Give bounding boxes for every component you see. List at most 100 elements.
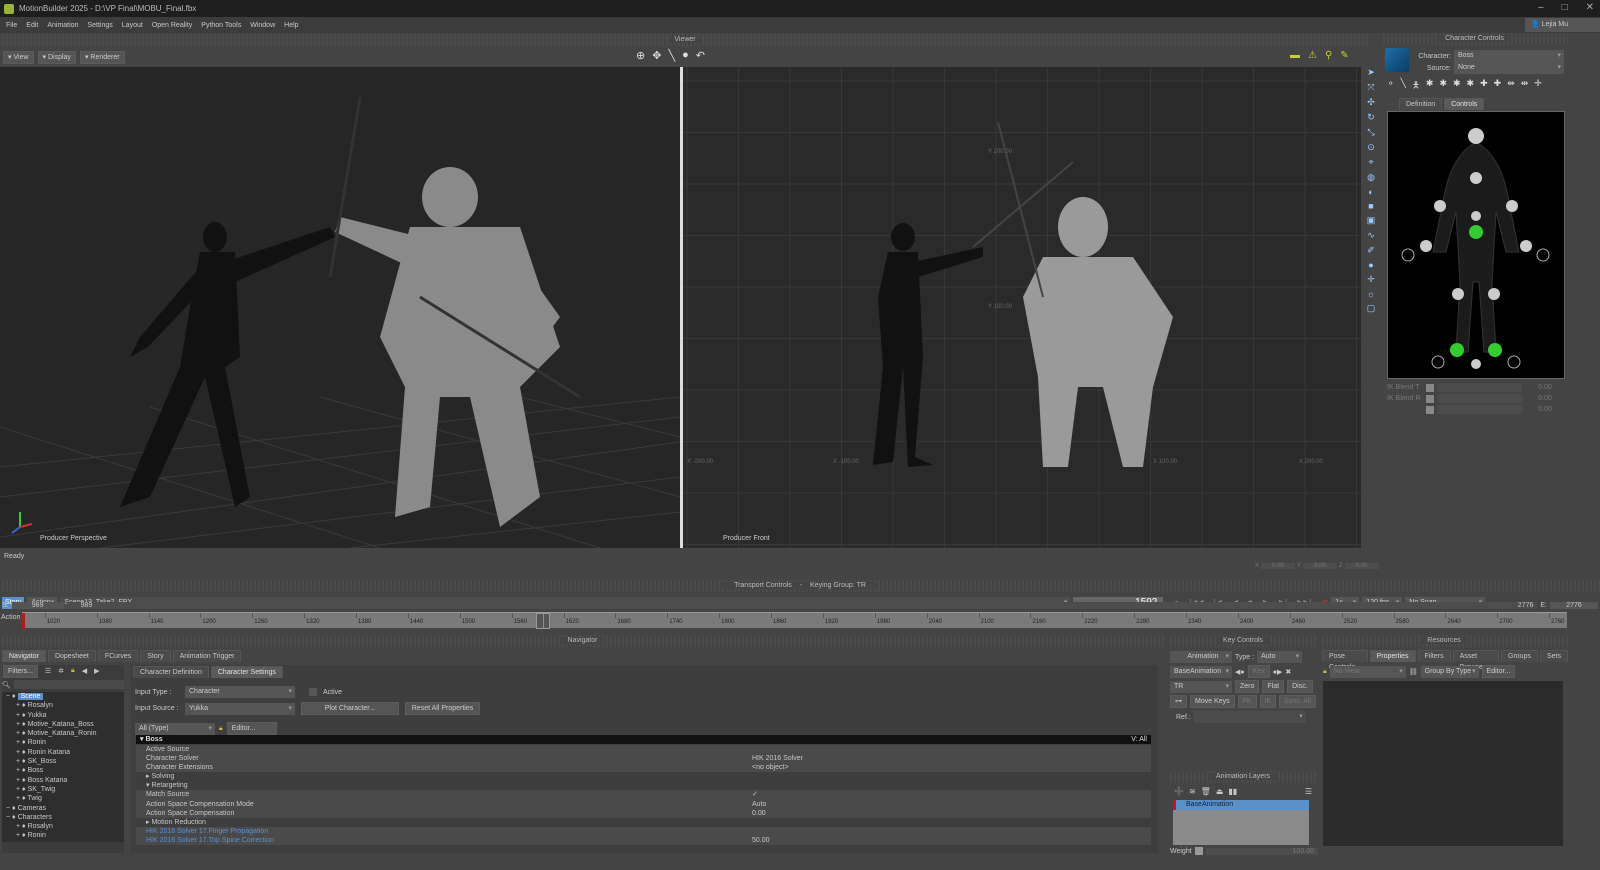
menu-open-reality[interactable]: Open Reality [152,22,192,29]
rotate-icon[interactable]: ↻ [1367,112,1375,123]
property-value[interactable]: Auto [744,800,1151,809]
property-value[interactable] [744,781,1151,790]
line-icon[interactable]: ╲ [668,49,675,62]
prev-key-icon[interactable]: ◀● [1235,668,1245,676]
property-value[interactable]: 50.00 [744,836,1151,845]
fullbody-icon[interactable]: ✱ [1426,78,1434,94]
property-row[interactable]: Character Extensions <no object> [136,763,1151,773]
property-value[interactable]: <no object> [744,763,1151,772]
right-finger-effector[interactable] [1536,248,1550,262]
menu-settings[interactable]: Settings [87,22,112,29]
layer-icon[interactable]: ≋ [1189,787,1196,796]
brush-icon[interactable]: ✐ [1367,245,1375,256]
property-row[interactable]: Active Source [136,745,1151,755]
property-row[interactable]: HIK 2016 Solver 17.Top Spine Correction 5… [136,835,1151,846]
pin-icon[interactable]: ✱ [1467,78,1475,94]
property-row[interactable]: ▸ Solving [136,772,1151,782]
playhead[interactable] [536,613,551,629]
property-value[interactable]: HIK 2016 Solver [744,754,1151,763]
reset-properties-button[interactable]: Reset All Properties [405,702,480,715]
hips-effector[interactable] [1469,225,1483,239]
plot-character-button[interactable]: Plot Character... [301,702,399,715]
lock-icon[interactable]: 🔒︎ [71,667,75,675]
key-toggle[interactable] [1426,405,1434,414]
input-type-dropdown[interactable]: Character [185,686,295,698]
tree-item[interactable]: + ♦ Boss [6,766,124,775]
pivot-icon[interactable]: ⊙ [1367,142,1375,153]
range-slider[interactable]: 989 2776 [66,602,1538,609]
delete-layer-icon[interactable]: 🗑︎ [1201,787,1211,796]
reach-icon[interactable]: ✛ [1534,78,1542,94]
tree-item[interactable]: + ♦ SK_Twig [6,785,124,794]
weight-key-toggle[interactable] [1194,847,1203,855]
blend-value[interactable]: 0.00 [1525,406,1565,413]
minimize-icon[interactable]: – [1538,2,1544,13]
blend-slider[interactable] [1437,383,1522,392]
key-button[interactable]: Key [1247,665,1270,678]
blend-slider[interactable] [1437,394,1522,403]
key-toggle[interactable] [1426,383,1434,392]
tree-item[interactable]: − ♦ Cameras [6,804,124,813]
tree-item[interactable]: + ♦ Ronin [6,738,124,747]
frame-icon[interactable]: ▢ [1367,303,1376,314]
key-toggle[interactable] [1426,394,1434,403]
view-button[interactable]: ▾ View [3,51,34,64]
left-foot-effector[interactable] [1450,343,1464,357]
menu-layout[interactable]: Layout [122,22,143,29]
renderer-button[interactable]: ▾ Renderer [79,51,125,64]
link-icon[interactable]: ⛓ [1409,668,1418,676]
property-value[interactable]: ✓ [744,790,1151,799]
tree-item[interactable]: + ♦ Motive_Katana_Boss [6,720,124,729]
tab-story[interactable]: Story [140,650,171,662]
tab-dopesheet[interactable]: Dopesheet [47,650,96,662]
body-icon[interactable]: 🯅 [1412,78,1420,94]
skeleton-icon[interactable]: ✛ [1367,274,1375,285]
tab-filters[interactable]: Filters [1417,650,1451,662]
move-icon[interactable]: ✣ [1367,97,1375,108]
star-icon[interactable]: ✲ [58,667,64,675]
zoom-icon[interactable]: ⚲ [1325,50,1332,61]
character-figure-view[interactable] [1387,111,1565,379]
z-field[interactable]: 0.00 [1344,563,1379,569]
tree-item[interactable]: + ♦ Ronin Katana [6,748,124,757]
tree-item[interactable]: + ♦ Rosalyn [6,822,124,831]
left-hand-effector[interactable] [1420,240,1432,252]
property-value[interactable] [744,772,1151,781]
undo-arc-icon[interactable]: ↶ [696,49,705,62]
editor-button[interactable]: Editor... [226,722,277,735]
tab-navigator[interactable]: Navigator [2,650,46,662]
list-icon[interactable]: ☰ [45,667,51,675]
globe-icon[interactable]: ◍ [1367,172,1375,183]
pin-r-icon[interactable]: ✚ [1494,78,1502,94]
fk-button[interactable]: FK [1237,695,1257,708]
menu-window[interactable]: Window [250,22,275,29]
active-checkbox[interactable] [309,688,317,696]
folder-icon[interactable]: ▮▮ [1228,787,1237,796]
sync-all-button[interactable]: Sync. All [1279,695,1317,708]
right-knee-effector[interactable] [1488,288,1500,300]
right-hand-effector[interactable] [1520,240,1532,252]
tab-properties[interactable]: Properties [1369,650,1416,662]
pan-icon[interactable]: ✥ [652,49,661,62]
right-toe-effector[interactable] [1507,355,1521,369]
property-value[interactable] [744,818,1151,827]
tab-pose-controls[interactable]: Pose Controls [1322,650,1368,671]
tab-asset-browser[interactable]: Asset Browser [1452,650,1500,671]
key-type-dropdown[interactable]: Auto [1257,651,1303,663]
tab-groups[interactable]: Groups [1501,650,1538,662]
bone-icon[interactable]: ⚬ [1387,78,1395,94]
tab-character-settings[interactable]: Character Settings [210,666,283,678]
back-icon[interactable]: ◀ [82,667,87,675]
property-row[interactable]: Match Source ✓ [136,790,1151,800]
tree-item[interactable]: + ♦ Twig [6,794,124,803]
y-field[interactable]: 0.00 [1303,563,1338,569]
property-row[interactable]: HIK 2016 Solver 17.Finger Propagation [136,826,1151,836]
lock-icon[interactable]: 🔒︎ [1323,668,1327,676]
property-row[interactable]: ▸ Motion Reduction [136,817,1151,827]
cube-icon[interactable]: ■ [1368,201,1373,211]
chest-effector[interactable] [1470,172,1482,184]
add-layer-icon[interactable]: ➕ [1174,787,1184,796]
tab-character-definition[interactable]: Character Definition [133,666,209,678]
blend-value[interactable]: 0.00 [1525,395,1565,402]
stick-icon[interactable]: ╲ [1401,78,1406,94]
